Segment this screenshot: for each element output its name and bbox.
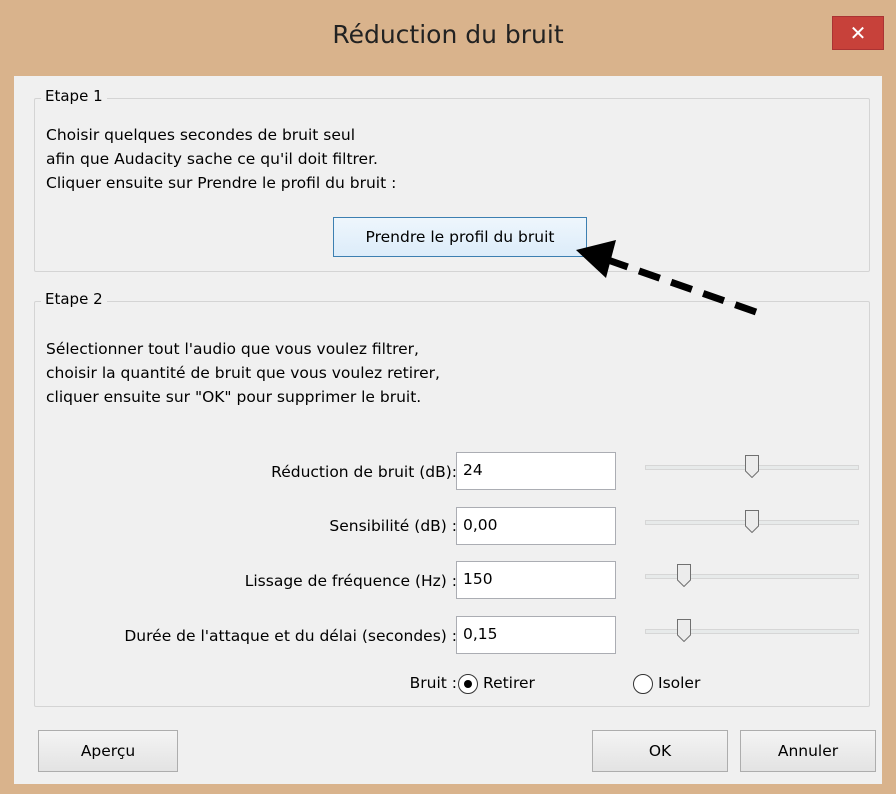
step1-legend: Etape 1	[41, 87, 107, 105]
frequency-smoothing-slider-thumb[interactable]	[676, 564, 691, 587]
noise-reduction-slider-thumb[interactable]	[745, 455, 759, 478]
dialog-client-area: Etape 1 Choisir quelques secondes de bru…	[14, 76, 882, 784]
step1-line-3: Cliquer ensuite sur Prendre le profil du…	[46, 174, 397, 192]
frequency-smoothing-field[interactable]: 150	[456, 561, 616, 599]
title-bar[interactable]: Réduction du bruit ✕	[0, 0, 896, 76]
step2-line-2: choisir la quantité de bruit que vous vo…	[46, 364, 440, 382]
attack-decay-field[interactable]: 0,15	[456, 616, 616, 654]
window-bottom-border	[0, 784, 896, 794]
dialog-window: Réduction du bruit ✕ Etape 1 Choisir que…	[0, 0, 896, 794]
dialog-title: Réduction du bruit	[332, 20, 564, 49]
remove-radio[interactable]	[458, 674, 478, 694]
dashed-arrow-icon	[576, 240, 758, 316]
isolate-radio-label[interactable]: Isoler	[658, 674, 700, 692]
attack-decay-label: Durée de l'attaque et du délai (secondes…	[124, 627, 457, 645]
step1-line-2: afin que Audacity sache ce qu'il doit fi…	[46, 150, 378, 168]
noise-reduction-field[interactable]: 24	[456, 452, 616, 490]
take-noise-profile-button[interactable]: Prendre le profil du bruit	[333, 217, 587, 257]
isolate-radio[interactable]	[633, 674, 653, 694]
radio-selected-dot	[464, 680, 472, 688]
sensitivity-label: Sensibilité (dB) :	[329, 517, 457, 535]
preview-button[interactable]: Aperçu	[38, 730, 178, 772]
step2-legend: Etape 2	[41, 290, 107, 308]
ok-button[interactable]: OK	[592, 730, 728, 772]
step2-group: Etape 2 Sélectionner tout l'audio que vo…	[34, 290, 870, 707]
step2-line-1: Sélectionner tout l'audio que vous voule…	[46, 340, 419, 358]
remove-radio-label[interactable]: Retirer	[483, 674, 535, 692]
step2-line-3: cliquer ensuite sur "OK" pour supprimer …	[46, 388, 422, 406]
sensitivity-field[interactable]: 0,00	[456, 507, 616, 545]
cancel-button[interactable]: Annuler	[740, 730, 876, 772]
step1-line-1: Choisir quelques secondes de bruit seul	[46, 126, 356, 144]
attack-decay-slider-thumb[interactable]	[676, 619, 691, 642]
noise-mode-label: Bruit :	[409, 674, 457, 692]
sensitivity-slider-thumb[interactable]	[745, 510, 759, 533]
close-icon: ✕	[849, 21, 867, 45]
close-button[interactable]: ✕	[832, 16, 884, 50]
frequency-smoothing-label: Lissage de fréquence (Hz) :	[244, 572, 457, 590]
noise-reduction-label: Réduction de bruit (dB):	[271, 463, 457, 481]
